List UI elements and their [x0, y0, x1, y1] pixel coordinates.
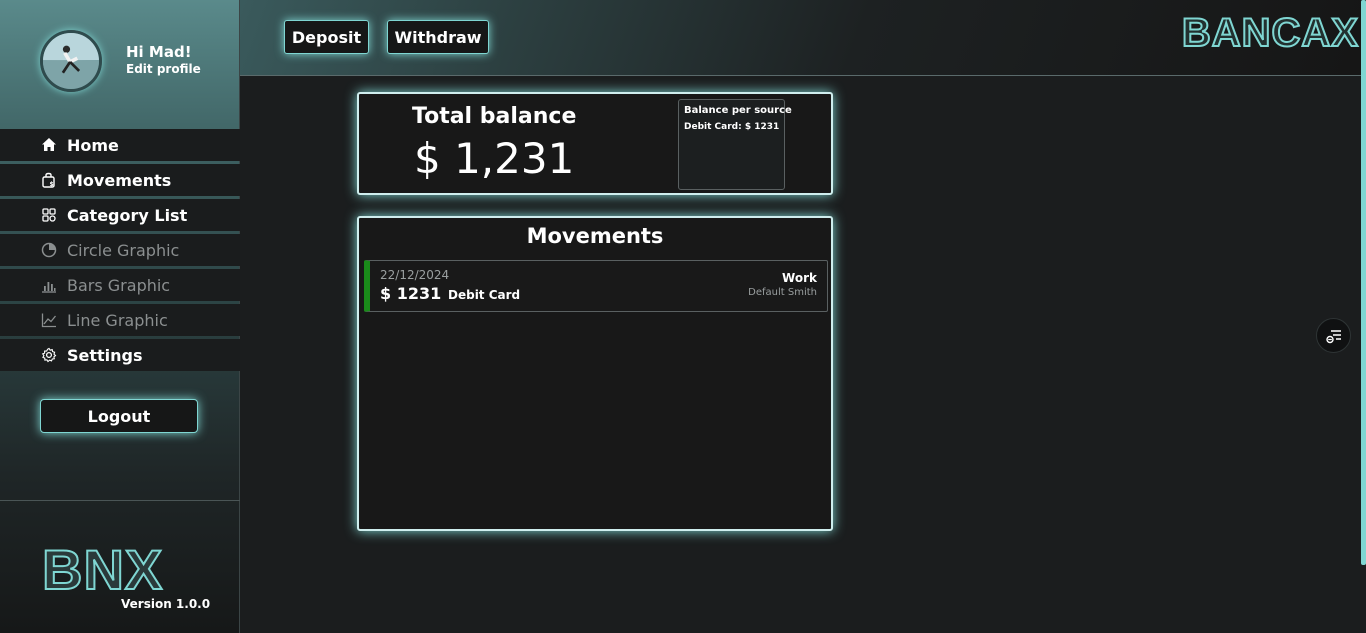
sidebar-nav: Home $ Movements Category List Circle Gr… — [0, 129, 240, 374]
withdraw-button[interactable]: Withdraw — [387, 20, 489, 54]
sidebar-divider — [0, 500, 240, 501]
movements-card: Movements 22/12/2024 $ 1231 Debit Card W… — [357, 216, 833, 531]
edit-profile-link[interactable]: Edit profile — [126, 62, 201, 76]
movement-row[interactable]: 22/12/2024 $ 1231 Debit Card Work Defaul… — [364, 260, 828, 312]
bancax-logo: BANCAX — [1181, 10, 1359, 56]
grid-icon — [40, 207, 57, 224]
sidebar-item-category-list[interactable]: Category List — [0, 199, 240, 231]
gear-icon — [40, 347, 57, 364]
movement-category: Work — [782, 271, 817, 285]
sidebar-item-label: Home — [67, 135, 119, 155]
sidebar-item-label: Category List — [67, 205, 188, 225]
sidebar-item-label: Bars Graphic — [67, 275, 171, 295]
profile-section: Hi Mad! Edit profile — [0, 0, 240, 128]
sidebar-item-label: Settings — [67, 345, 143, 365]
sidebar-item-label: Movements — [67, 170, 172, 190]
total-balance-label: Total balance — [412, 104, 577, 129]
movement-date: 22/12/2024 — [380, 268, 450, 282]
movement-amount: $ 1231 — [380, 284, 442, 303]
top-bar: Deposit Withdraw BANCAX — [240, 0, 1361, 76]
filter-list-icon — [1325, 329, 1341, 343]
avatar-image — [43, 33, 99, 89]
movement-user: Default Smith — [748, 287, 817, 298]
scrollbar[interactable] — [1361, 0, 1366, 633]
bar-chart-icon — [40, 277, 57, 294]
avatar[interactable] — [40, 30, 102, 92]
source-balance-line: Debit Card: $ 1231 — [684, 122, 780, 132]
sidebar-item-settings[interactable]: Settings — [0, 339, 240, 371]
filter-button[interactable] — [1316, 318, 1351, 353]
balance-card: Total balance $ 1,231 Balance per source… — [357, 92, 833, 195]
sidebar-item-home[interactable]: Home — [0, 129, 240, 161]
line-chart-icon — [40, 312, 57, 329]
sidebar-item-bars-graphic[interactable]: Bars Graphic — [0, 269, 240, 301]
balance-per-source-title: Balance per source — [684, 105, 792, 116]
sidebar-item-label: Line Graphic — [67, 310, 168, 330]
logout-button[interactable]: Logout — [40, 399, 198, 433]
svg-text:$: $ — [49, 181, 53, 188]
greeting: Hi Mad! — [126, 43, 192, 61]
home-icon — [40, 137, 57, 154]
sidebar-item-circle-graphic[interactable]: Circle Graphic — [0, 234, 240, 266]
version-label: Version 1.0.0 — [121, 597, 211, 611]
sidebar: Hi Mad! Edit profile Home $ Movements Ca… — [0, 0, 240, 633]
sidebar-item-line-graphic[interactable]: Line Graphic — [0, 304, 240, 336]
bnx-logo: BNX — [41, 538, 164, 601]
pie-chart-icon — [40, 242, 57, 259]
balance-per-source-panel: Balance per source Debit Card: $ 1231 — [678, 99, 792, 190]
total-balance-value: $ 1,231 — [414, 134, 575, 183]
sidebar-item-movements[interactable]: $ Movements — [0, 164, 240, 196]
movement-source: Debit Card — [448, 288, 521, 302]
movements-title: Movements — [526, 224, 664, 248]
wallet-icon: $ — [40, 172, 57, 189]
deposit-button[interactable]: Deposit — [284, 20, 369, 54]
sidebar-item-label: Circle Graphic — [67, 240, 180, 260]
scrollbar-thumb[interactable] — [1361, 0, 1366, 565]
